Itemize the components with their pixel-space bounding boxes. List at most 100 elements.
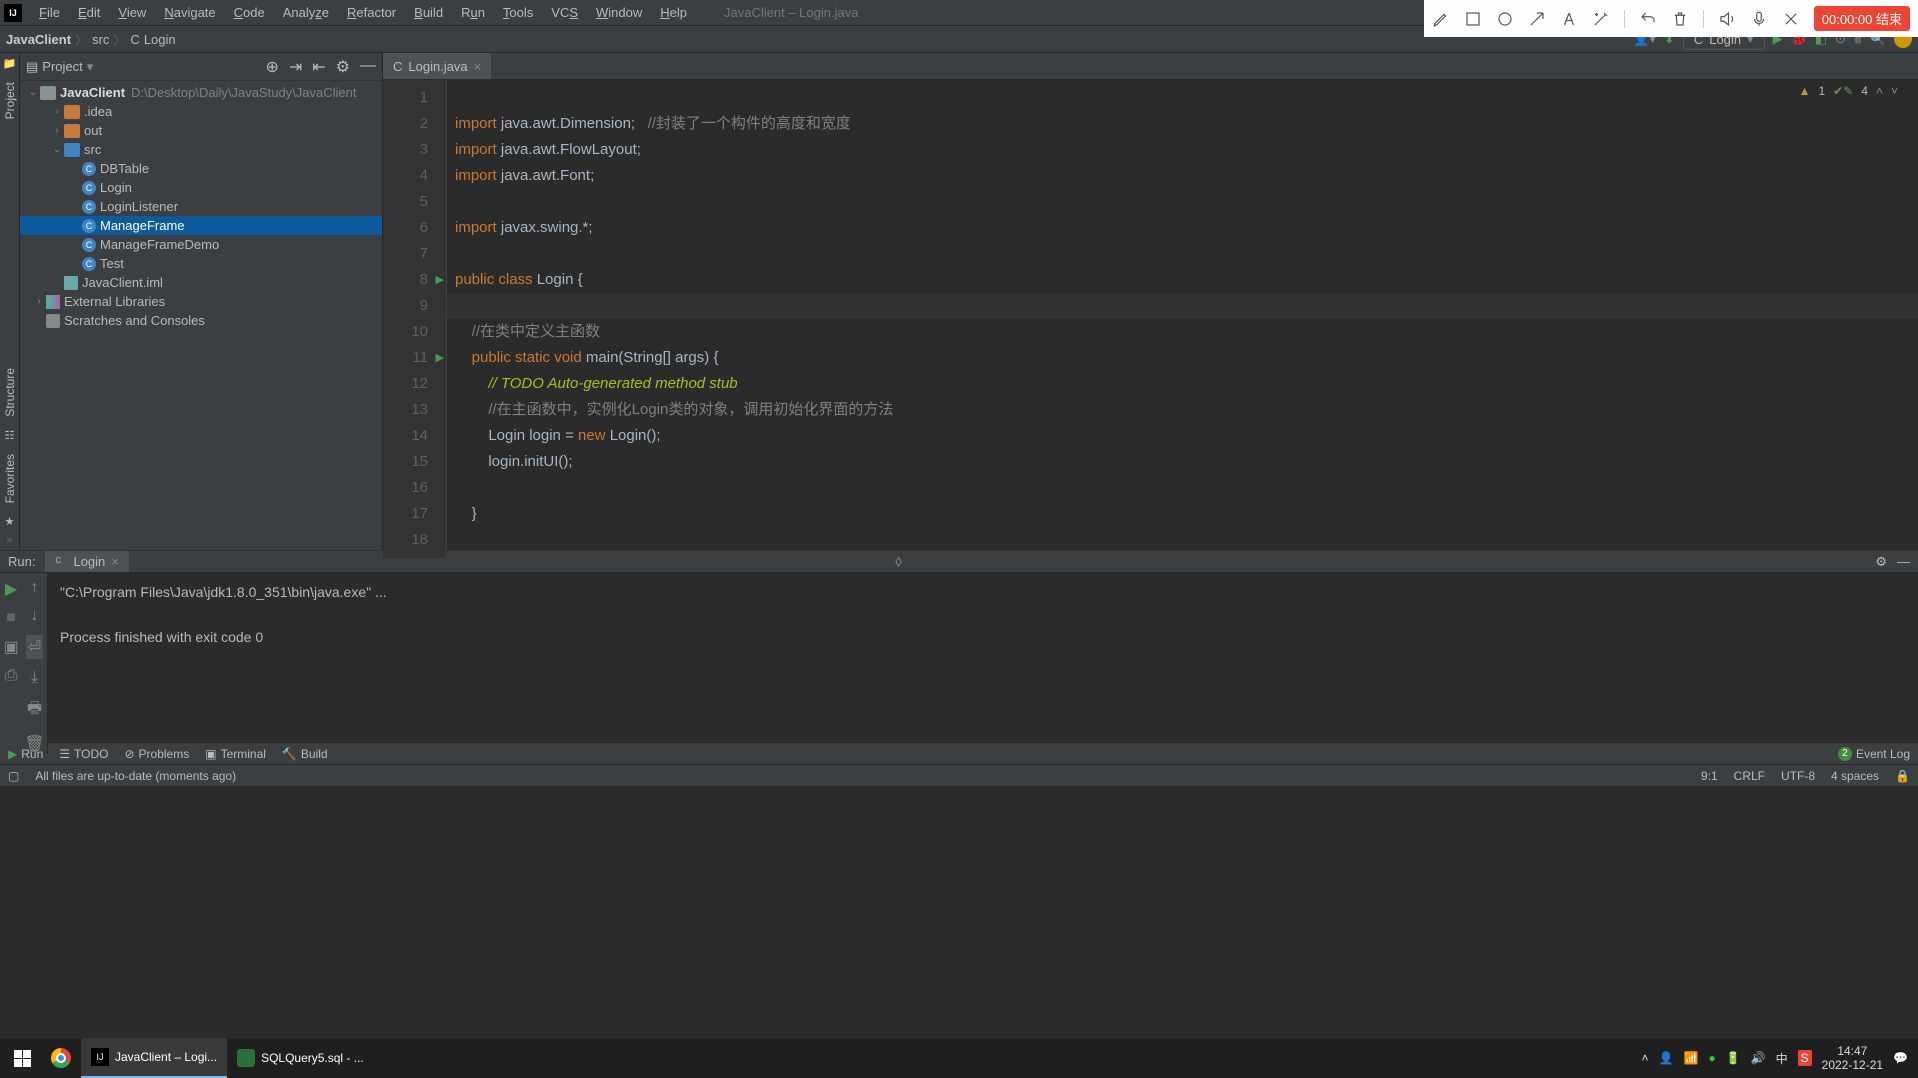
up-icon[interactable]: ↑ xyxy=(31,579,39,597)
hide-icon[interactable]: — xyxy=(360,57,376,77)
menu-run[interactable]: Run xyxy=(452,2,494,23)
menu-build[interactable]: Build xyxy=(405,2,452,23)
expand-icon[interactable]: ⇥ xyxy=(289,57,302,77)
close-tab-icon[interactable]: × xyxy=(474,59,482,74)
target-icon[interactable]: ⊕ xyxy=(265,57,278,77)
code-editor[interactable]: ▲1 ✔✎4 ˄ ˅ 123456789101112131415161718 ▶… xyxy=(383,80,1918,558)
lock-icon[interactable]: 🔒 xyxy=(1895,769,1910,783)
tree-external-libs[interactable]: ›External Libraries xyxy=(20,292,382,311)
crumb-file[interactable]: Login xyxy=(144,32,176,47)
circle-icon[interactable] xyxy=(1496,10,1514,28)
mic-icon[interactable] xyxy=(1750,10,1768,28)
run-tab[interactable]: C Login × xyxy=(45,551,128,572)
line-separator[interactable]: CRLF xyxy=(1734,769,1765,783)
menu-navigate[interactable]: Navigate xyxy=(155,2,224,23)
tab-problems[interactable]: ⊘Problems xyxy=(124,747,189,761)
start-button[interactable] xyxy=(4,1038,41,1078)
favorites-tab[interactable]: Favorites xyxy=(1,448,19,509)
menu-vcs[interactable]: VCS xyxy=(542,2,587,23)
layout-icon[interactable]: ▣ xyxy=(3,637,18,657)
volume-icon[interactable] xyxy=(1718,10,1736,28)
taskbar-sql[interactable]: SQLQuery5.sql - ... xyxy=(227,1038,374,1078)
volume-icon[interactable]: 🔊 xyxy=(1751,1051,1766,1065)
tree-class-loginlistener[interactable]: CLoginListener xyxy=(20,197,382,216)
inspection-widget[interactable]: ▲1 ✔✎4 ˄ ˅ xyxy=(1799,84,1898,98)
caret-position[interactable]: 9:1 xyxy=(1701,769,1718,783)
chevron-up-icon[interactable]: ˄ xyxy=(1876,84,1883,98)
collapse-icon[interactable]: » xyxy=(6,534,12,546)
sogou-icon[interactable]: S xyxy=(1798,1050,1812,1066)
tab-event-log[interactable]: 2Event Log xyxy=(1838,747,1910,761)
recorder-timer[interactable]: 00:00:00 结束 xyxy=(1814,6,1910,31)
menu-view[interactable]: View xyxy=(109,2,155,23)
rerun-icon[interactable]: ▶ xyxy=(5,579,17,599)
tab-run[interactable]: ▶Run xyxy=(8,747,43,761)
down-icon[interactable]: ↓ xyxy=(31,607,39,625)
run-output[interactable]: "C:\Program Files\Java\jdk1.8.0_351\bin\… xyxy=(48,573,1918,754)
close-icon[interactable]: × xyxy=(111,554,119,569)
wrap-icon[interactable]: ⏎ xyxy=(26,635,43,659)
tree-root[interactable]: ⌄ JavaClient D:\Desktop\Daily\JavaStudy\… xyxy=(20,83,382,102)
menu-code[interactable]: Code xyxy=(225,2,274,23)
tree-iml[interactable]: JavaClient.iml xyxy=(20,273,382,292)
arrow-icon[interactable] xyxy=(1528,10,1546,28)
tree-folder-idea[interactable]: › .idea xyxy=(20,102,382,121)
code-content[interactable]: import java.awt.Dimension; //封装了一个构件的高度和… xyxy=(447,80,1918,558)
gutter[interactable]: 123456789101112131415161718 ▶ ▶ xyxy=(383,80,447,558)
wand-icon[interactable] xyxy=(1592,10,1610,28)
square-icon[interactable] xyxy=(1464,10,1482,28)
favorites-icon[interactable]: ★ xyxy=(5,515,15,528)
notifications-icon[interactable]: 💬 xyxy=(1893,1051,1908,1065)
project-title[interactable]: ▤ Project ▾ xyxy=(26,59,93,75)
run-gutter-icon[interactable]: ▶ xyxy=(436,267,444,293)
wechat-icon[interactable]: ● xyxy=(1708,1051,1715,1065)
taskbar-chrome[interactable] xyxy=(41,1038,81,1078)
tree-class-dbtable[interactable]: CDBTable xyxy=(20,159,382,178)
scroll-icon[interactable]: ⤓ xyxy=(31,669,38,687)
menu-analyze[interactable]: Analyze xyxy=(274,2,338,23)
tree-folder-src[interactable]: ⌄ src xyxy=(20,140,382,159)
tab-terminal[interactable]: ▣Terminal xyxy=(205,747,266,761)
encoding[interactable]: UTF-8 xyxy=(1781,769,1815,783)
trash-icon[interactable] xyxy=(1671,10,1689,28)
structure-icon[interactable]: ☷ xyxy=(5,429,15,442)
tab-todo[interactable]: ☰TODO xyxy=(59,747,108,761)
tree-scratches[interactable]: Scratches and Consoles xyxy=(20,311,382,330)
run-gutter-icon[interactable]: ▶ xyxy=(436,345,444,371)
menu-help[interactable]: Help xyxy=(651,2,696,23)
menu-file[interactable]: File xyxy=(30,2,69,23)
structure-tab[interactable]: Structure xyxy=(1,362,19,423)
tree-class-test[interactable]: CTest xyxy=(20,254,382,273)
project-tab[interactable]: Project xyxy=(1,76,19,125)
wifi-icon[interactable]: 📶 xyxy=(1684,1051,1699,1065)
stop-icon[interactable]: ■ xyxy=(6,609,16,627)
editor-tab-login[interactable]: C Login.java × xyxy=(383,53,491,79)
status-icon[interactable]: ▢ xyxy=(8,769,19,783)
tray-chevron-icon[interactable]: ˄ xyxy=(1642,1051,1649,1065)
crumb-src[interactable]: src xyxy=(92,32,109,47)
tree-class-manageframedemo[interactable]: CManageFrameDemo xyxy=(20,235,382,254)
ime-indicator[interactable]: 中 xyxy=(1776,1050,1788,1067)
crumb-project[interactable]: JavaClient xyxy=(6,32,71,47)
collapse-icon[interactable]: ⇤ xyxy=(312,57,325,77)
taskbar-intellij[interactable]: IJJavaClient – Logi... xyxy=(81,1038,227,1078)
print-icon[interactable]: 🖶 xyxy=(27,697,42,724)
menu-edit[interactable]: Edit xyxy=(69,2,109,23)
tree-class-login[interactable]: CLogin xyxy=(20,178,382,197)
project-tab-icon[interactable]: 📁 xyxy=(3,57,17,70)
menu-tools[interactable]: Tools xyxy=(494,2,542,23)
gear-icon[interactable]: ⚙ xyxy=(336,57,350,77)
tree-folder-out[interactable]: › out xyxy=(20,121,382,140)
menu-window[interactable]: Window xyxy=(587,2,651,23)
indent[interactable]: 4 spaces xyxy=(1831,769,1879,783)
close-icon[interactable] xyxy=(1782,10,1800,28)
undo-icon[interactable] xyxy=(1639,10,1657,28)
battery-icon[interactable]: 🔋 xyxy=(1726,1051,1741,1065)
tree-class-manageframe[interactable]: CManageFrame xyxy=(20,216,382,235)
taskbar-clock[interactable]: 14:47 2022-12-21 xyxy=(1822,1044,1883,1072)
tab-build[interactable]: 🔨Build xyxy=(282,747,328,761)
drag-handle-icon[interactable]: ⬨ xyxy=(895,553,902,571)
pin-icon[interactable]: ⎙ xyxy=(5,667,18,685)
pencil-icon[interactable] xyxy=(1432,10,1450,28)
menu-refactor[interactable]: Refactor xyxy=(338,2,405,23)
